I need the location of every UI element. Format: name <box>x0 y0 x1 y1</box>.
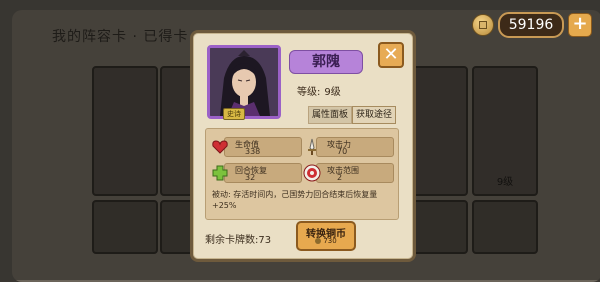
remaining-cards: 剩余卡牌数:73 <box>205 231 271 246</box>
stat-attack: 攻击力 70 <box>308 137 394 157</box>
stats-panel: 生命值 338 攻击力 70 回合恢复 32 攻击范围 2 被动: 存活时间内，… <box>205 128 399 220</box>
hero-detail-modal: 史诗 郭隗 ✕ 等级:9级 属性面板 获取途径 生命值 338 攻击力 70 <box>190 30 416 262</box>
stat-regen: 回合恢复 32 <box>212 163 302 183</box>
tab-attributes[interactable]: 属性面板 <box>308 106 352 124</box>
copper-coin-icon <box>472 14 494 36</box>
stat-range: 攻击范围 2 <box>303 163 394 183</box>
stat-value: 70 <box>337 147 348 156</box>
convert-cost: 730 <box>298 237 354 245</box>
sword-icon <box>308 138 316 155</box>
remaining-label: 剩余卡牌数: <box>205 235 259 246</box>
rarity-badge: 史诗 <box>223 108 245 120</box>
passive-description: 被动: 存活时间内，己国势力回合结束后恢复量+25% <box>212 190 378 210</box>
plus-cross-icon <box>212 165 228 181</box>
stat-value: 32 <box>245 173 256 182</box>
add-currency-button[interactable]: + <box>568 13 592 37</box>
stat-label: 攻击范围 <box>327 166 359 175</box>
close-icon: ✕ <box>383 44 399 65</box>
hero-level: 等级: 9级 <box>297 83 341 98</box>
hero-name: 郭隗 <box>289 50 363 74</box>
close-button[interactable]: ✕ <box>378 42 404 68</box>
currency-amount: 59196 <box>498 12 564 38</box>
level-value: 9级 <box>324 87 341 98</box>
remaining-value: 73 <box>258 235 272 246</box>
target-icon <box>303 164 321 182</box>
stat-value: 338 <box>245 147 261 156</box>
stat-hp: 生命值 338 <box>212 137 302 157</box>
heart-icon <box>212 140 228 154</box>
level-label: 等级: <box>297 87 321 98</box>
copper-coin-icon <box>315 238 322 244</box>
currency-bar: 59196 + <box>472 12 592 38</box>
convert-cost-value: 730 <box>323 237 337 245</box>
stat-value: 2 <box>337 173 343 182</box>
tab-acquire[interactable]: 获取途径 <box>352 106 396 124</box>
convert-coins-button[interactable]: 转换铜币 730 <box>296 221 356 251</box>
plus-icon: + <box>572 13 588 34</box>
hero-portrait-image <box>210 48 278 116</box>
